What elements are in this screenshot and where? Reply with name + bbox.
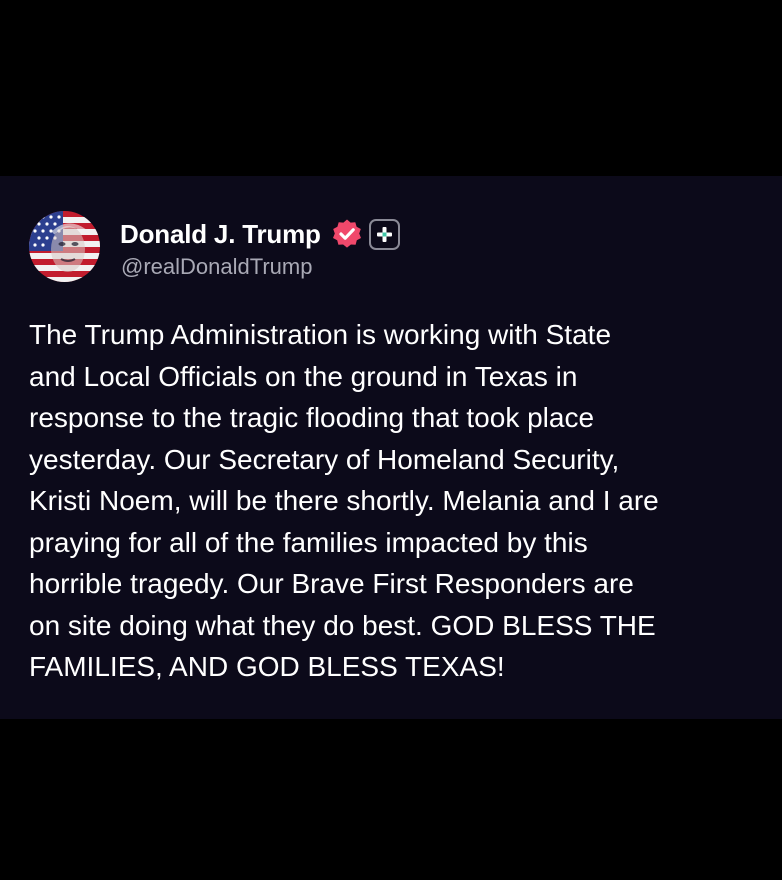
verified-badge-icon [331, 218, 363, 250]
author-handle[interactable]: @realDonaldTrump [121, 254, 312, 280]
page: Donald J. Trump @realDonaldTrump The Tru… [0, 0, 782, 880]
author-display-name[interactable]: Donald J. Trump [120, 219, 321, 250]
avatar-flag-portrait-icon [29, 211, 100, 282]
post-body-text: The Trump Administration is working with… [29, 319, 659, 682]
avatar[interactable] [29, 211, 100, 282]
plus-badge-icon [368, 218, 400, 250]
author-name-row: Donald J. Trump [120, 212, 400, 256]
